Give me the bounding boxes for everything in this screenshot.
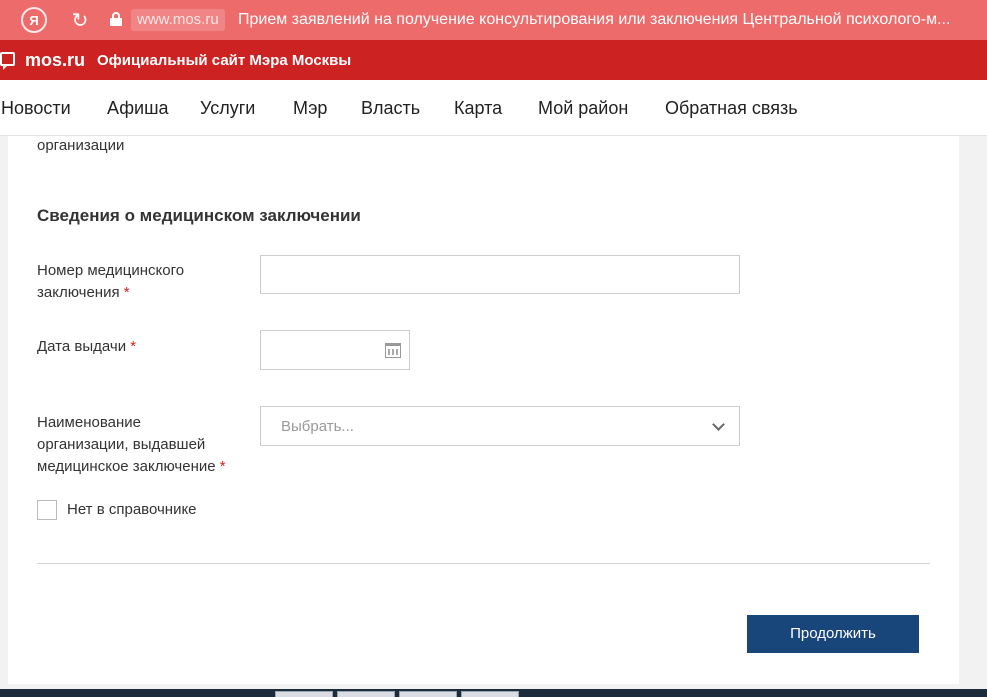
issue-date-input[interactable]: [260, 330, 410, 370]
taskbar-button[interactable]: [399, 691, 457, 697]
issue-date-label-text: Дата выдачи: [37, 338, 127, 355]
required-mark: *: [219, 458, 226, 475]
org-label-line3: медицинское заключение: [37, 458, 216, 475]
address-domain[interactable]: www.mos.ru: [131, 9, 225, 31]
org-label-line2: организации, выдавшей: [37, 436, 206, 453]
med-number-label-line2: заключения: [37, 284, 120, 301]
nav-item-afisha[interactable]: Афиша: [107, 97, 169, 119]
nav-item-news[interactable]: Новости: [1, 97, 71, 119]
site-header: mos.ru Официальный сайт Мэра Москвы: [0, 40, 987, 80]
calendar-icon[interactable]: [385, 343, 401, 358]
chevron-down-icon[interactable]: [712, 418, 725, 431]
not-in-directory-label[interactable]: Нет в справочнике: [67, 499, 197, 521]
taskbar-button[interactable]: [275, 691, 333, 697]
yandex-icon[interactable]: Я: [21, 7, 47, 33]
nav-item-map[interactable]: Карта: [454, 97, 502, 119]
med-number-input[interactable]: [260, 255, 740, 294]
nav-item-services[interactable]: Услуги: [200, 97, 255, 119]
org-select-placeholder: Выбрать...: [281, 418, 354, 435]
site-logo[interactable]: mos.ru: [25, 50, 85, 70]
org-select[interactable]: Выбрать...: [260, 406, 740, 446]
page-title-in-address-bar[interactable]: Прием заявлений на получение консультиро…: [238, 10, 950, 30]
org-label-line1: Наименование: [37, 414, 141, 431]
previous-field-label-tail: организации: [37, 137, 125, 154]
divider: [37, 563, 930, 564]
reload-icon[interactable]: ↻: [67, 7, 93, 33]
not-in-directory-checkbox[interactable]: [37, 500, 57, 520]
site-subtitle[interactable]: Официальный сайт Мэра Москвы: [97, 53, 351, 69]
continue-button[interactable]: Продолжить: [747, 615, 919, 653]
med-number-label-line1: Номер медицинского: [37, 262, 185, 279]
form-card: организации Сведения о медицинском заклю…: [8, 136, 959, 684]
issue-date-label: Дата выдачи *: [37, 336, 136, 358]
required-mark: *: [123, 284, 130, 301]
nav-item-feedback[interactable]: Обратная связь: [665, 97, 798, 119]
med-number-label: Номер медицинского заключения *: [37, 260, 184, 304]
speech-bubble-logo-icon[interactable]: [0, 52, 15, 70]
nav-item-my-district[interactable]: Мой район: [538, 97, 628, 119]
required-mark: *: [130, 338, 137, 355]
org-label: Наименование организации, выдавшей медиц…: [37, 412, 226, 478]
nav-item-mayor[interactable]: Мэр: [293, 97, 327, 119]
nav-item-government[interactable]: Власть: [361, 97, 420, 119]
browser-toolbar: Я ↻ www.mos.ru Прием заявлений на получе…: [0, 0, 987, 40]
taskbar-button[interactable]: [337, 691, 395, 697]
taskbar-button[interactable]: [461, 691, 519, 697]
main-nav: Новости Афиша Услуги Мэр Власть Карта Мо…: [0, 80, 987, 136]
section-title: Сведения о медицинском заключении: [37, 206, 361, 225]
lock-icon[interactable]: [110, 12, 122, 26]
